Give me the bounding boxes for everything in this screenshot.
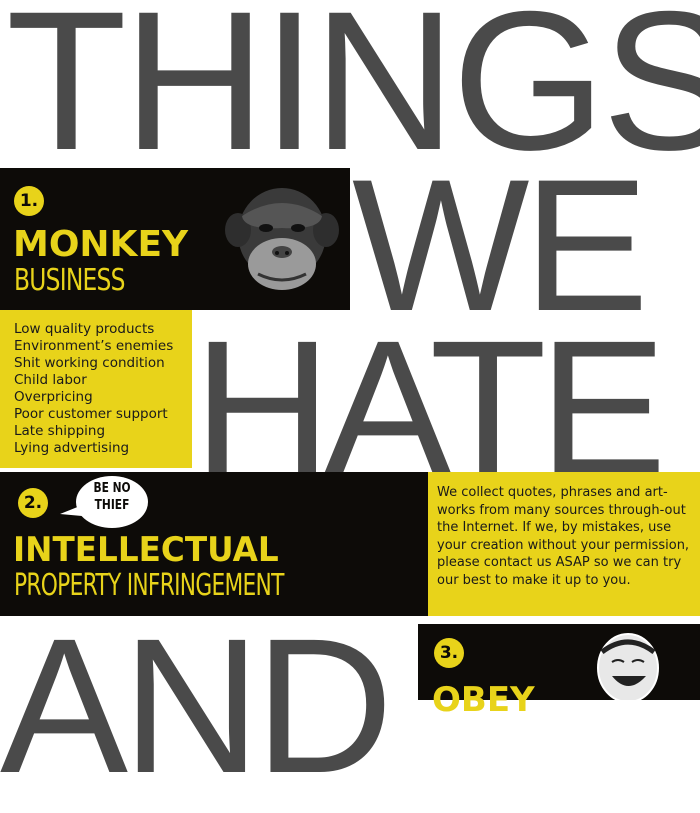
- headline-and: AND: [0, 598, 393, 813]
- list-item: Low quality products: [14, 321, 155, 337]
- section2-text-box: We collect quotes, phrases and art-works…: [428, 472, 700, 616]
- section2-title-thin: PROPERTY INFRINGEMENT: [14, 568, 284, 603]
- list-item: Overpricing: [14, 389, 93, 405]
- bubble-text: BE NO THIEF: [80, 480, 144, 514]
- section1-number: 1.: [14, 186, 44, 216]
- section3-header-box: 3. OBEY: [418, 624, 700, 720]
- monkey-icon: [225, 188, 339, 290]
- list-item: Child labor: [14, 372, 87, 388]
- section2-number: 2.: [18, 488, 48, 518]
- section1-header-box: 1. MONKEY BUSINESS: [0, 168, 350, 310]
- section3-title-bold: OBEY: [432, 680, 535, 720]
- list-item: Late shipping: [14, 423, 106, 439]
- laughing-face-icon: [597, 633, 659, 700]
- section2-header-box: 2. BE NO THIEF INTELLECTUAL PROPERTY INF…: [0, 472, 428, 616]
- list-item: Shit working condition: [14, 355, 165, 371]
- section1-list-box: Low quality products Environment’s enemi…: [0, 310, 192, 468]
- list-item: Lying advertising: [14, 440, 130, 456]
- list-item: Poor customer support: [14, 406, 168, 422]
- list-item: Environment’s enemies: [14, 338, 174, 354]
- section2-paragraph: We collect quotes, phrases and art-works…: [437, 485, 690, 588]
- section1-list: Low quality products Environment’s enemi…: [14, 321, 173, 457]
- section2-title-bold: INTELLECTUAL: [13, 530, 279, 570]
- section1-title-bold: MONKEY: [13, 224, 189, 265]
- section1-title-thin: BUSINESS: [14, 263, 125, 298]
- bubble-line-1: BE NO: [93, 481, 131, 496]
- bubble-line-2: THIEF: [94, 498, 130, 513]
- section3-number: 3.: [434, 638, 464, 668]
